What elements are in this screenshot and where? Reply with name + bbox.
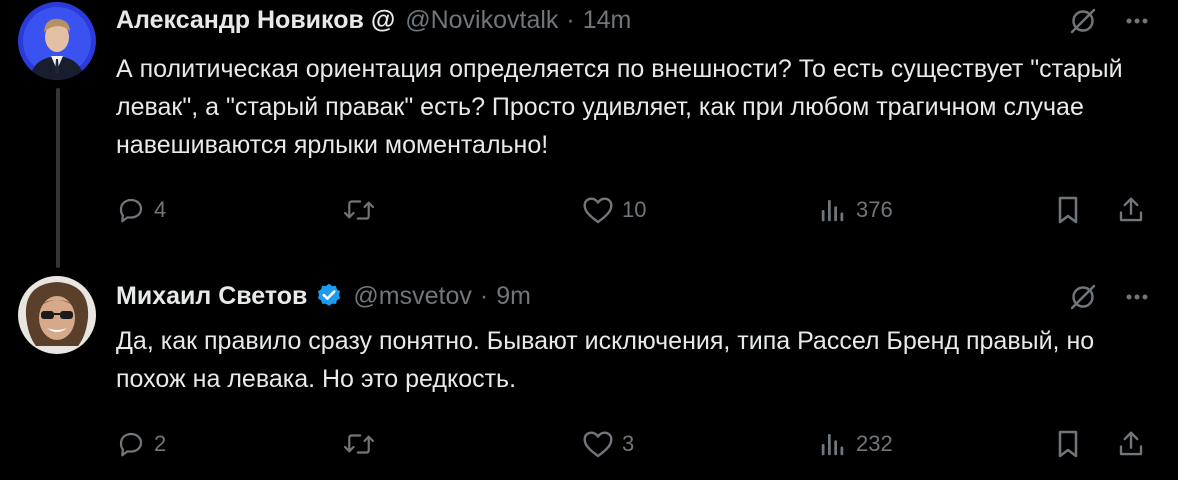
tweet-text: А политическая ориентация определяется п… (116, 55, 1123, 159)
like-button[interactable]: 10 (582, 190, 646, 230)
grok-icon[interactable] (1068, 6, 1098, 36)
retweet-button[interactable] (342, 424, 384, 464)
bookmark-button[interactable] (1054, 424, 1082, 464)
bookmark-icon (1054, 428, 1082, 460)
tweet-svetov[interactable]: Михаил Светов @msvetov · 9m Да, как прав… (0, 262, 1178, 480)
more-icon[interactable] (1126, 18, 1148, 24)
reply-button[interactable]: 2 (116, 424, 166, 464)
reply-button[interactable]: 4 (116, 190, 166, 230)
like-icon (582, 429, 614, 459)
author-name[interactable]: Александр Новиков @ (116, 6, 395, 35)
views-button[interactable]: 232 (818, 424, 893, 464)
grok-icon[interactable] (1068, 282, 1098, 312)
tweet-header: Александр Новиков @ @Novikovtalk · 14m (116, 0, 631, 40)
share-button[interactable] (1116, 424, 1146, 464)
tweet-actions: 2 3 232 (116, 424, 1154, 464)
retweet-icon (342, 429, 376, 459)
reply-icon (116, 429, 146, 459)
thread-line (56, 88, 60, 268)
author-handle[interactable]: @Novikovtalk (405, 6, 558, 35)
views-icon (818, 195, 848, 225)
tweet-header: Михаил Светов @msvetov · 9m (116, 276, 531, 316)
tweet-time[interactable]: 14m (583, 6, 632, 35)
author-name[interactable]: Михаил Светов (116, 282, 307, 311)
reply-count: 2 (154, 431, 167, 456)
views-button[interactable]: 376 (818, 190, 893, 230)
tweet-top-actions (1068, 6, 1148, 36)
tweet-text: Да, как правило сразу понятно. Бывают ис… (116, 327, 1095, 393)
separator: · (566, 5, 575, 34)
tweet-actions: 4 10 376 (116, 190, 1154, 230)
avatar[interactable] (18, 276, 96, 354)
like-count: 3 (622, 431, 635, 456)
like-count: 10 (622, 197, 647, 222)
like-button[interactable]: 3 (582, 424, 634, 464)
more-icon[interactable] (1126, 294, 1148, 300)
retweet-icon (342, 195, 376, 225)
like-icon (582, 195, 614, 225)
bookmark-button[interactable] (1054, 190, 1082, 230)
verified-icon[interactable] (315, 282, 343, 310)
reply-count: 4 (154, 197, 167, 222)
bookmark-icon (1054, 194, 1082, 226)
author-handle[interactable]: @msvetov (353, 282, 471, 311)
views-count: 232 (856, 431, 893, 456)
share-button[interactable] (1116, 190, 1146, 230)
separator: · (479, 281, 489, 310)
tweet-novikov[interactable]: Александр Новиков @ @Novikovtalk · 14m А… (0, 0, 1178, 268)
tweet-time[interactable]: 9m (496, 282, 531, 311)
views-icon (818, 429, 848, 459)
share-icon (1116, 429, 1146, 459)
retweet-button[interactable] (342, 190, 384, 230)
share-icon (1116, 195, 1146, 225)
views-count: 376 (856, 197, 893, 222)
avatar[interactable] (18, 2, 96, 80)
tweet-top-actions (1068, 282, 1148, 312)
reply-icon (116, 195, 146, 225)
